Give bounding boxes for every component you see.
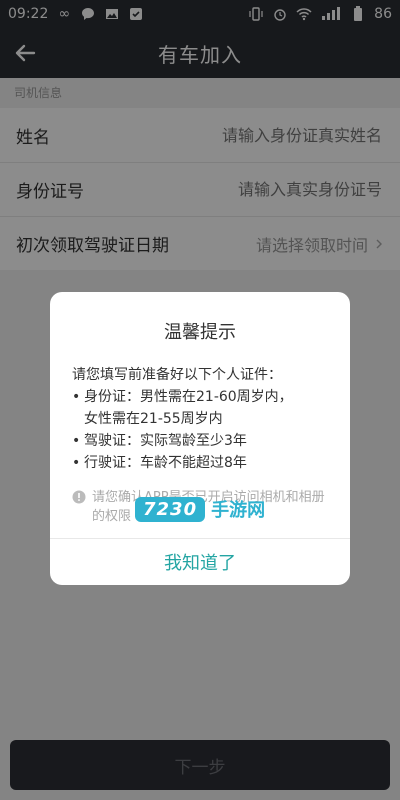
bullet-icon: •	[72, 455, 81, 471]
dialog-item-text: 驾驶证：实际驾龄至少3年	[84, 433, 247, 449]
watermark-logo: 7230	[135, 496, 206, 522]
watermark-text: 手游网	[211, 500, 266, 521]
bullet-icon: •	[72, 389, 81, 405]
dialog-item-continuation: 女性需在21-55周岁内	[84, 411, 223, 427]
dialog-item-text: 行驶证：车龄不能超过8年	[84, 455, 247, 471]
dialog-ok-button[interactable]: 我知道了	[50, 539, 350, 585]
dialog-intro: 请您填写前准备好以下个人证件：	[72, 367, 282, 383]
info-icon	[72, 490, 86, 504]
watermark: 7230 手游网	[135, 496, 265, 522]
bullet-icon: •	[72, 433, 81, 449]
dialog-body: 请您填写前准备好以下个人证件： • 身份证：男性需在21-60周岁内， 女性需在…	[50, 364, 350, 474]
dialog-item: • 身份证：男性需在21-60周岁内，	[72, 386, 328, 408]
dialog-item-text: 身份证：男性需在21-60周岁内，	[84, 389, 293, 405]
dialog-item: • 行驶证：车龄不能超过8年	[72, 452, 328, 474]
dialog-item: • 驾驶证：实际驾龄至少3年	[72, 430, 328, 452]
dialog-title: 温馨提示	[164, 322, 236, 343]
tips-dialog: 温馨提示 请您填写前准备好以下个人证件： • 身份证：男性需在21-60周岁内，…	[50, 292, 350, 585]
